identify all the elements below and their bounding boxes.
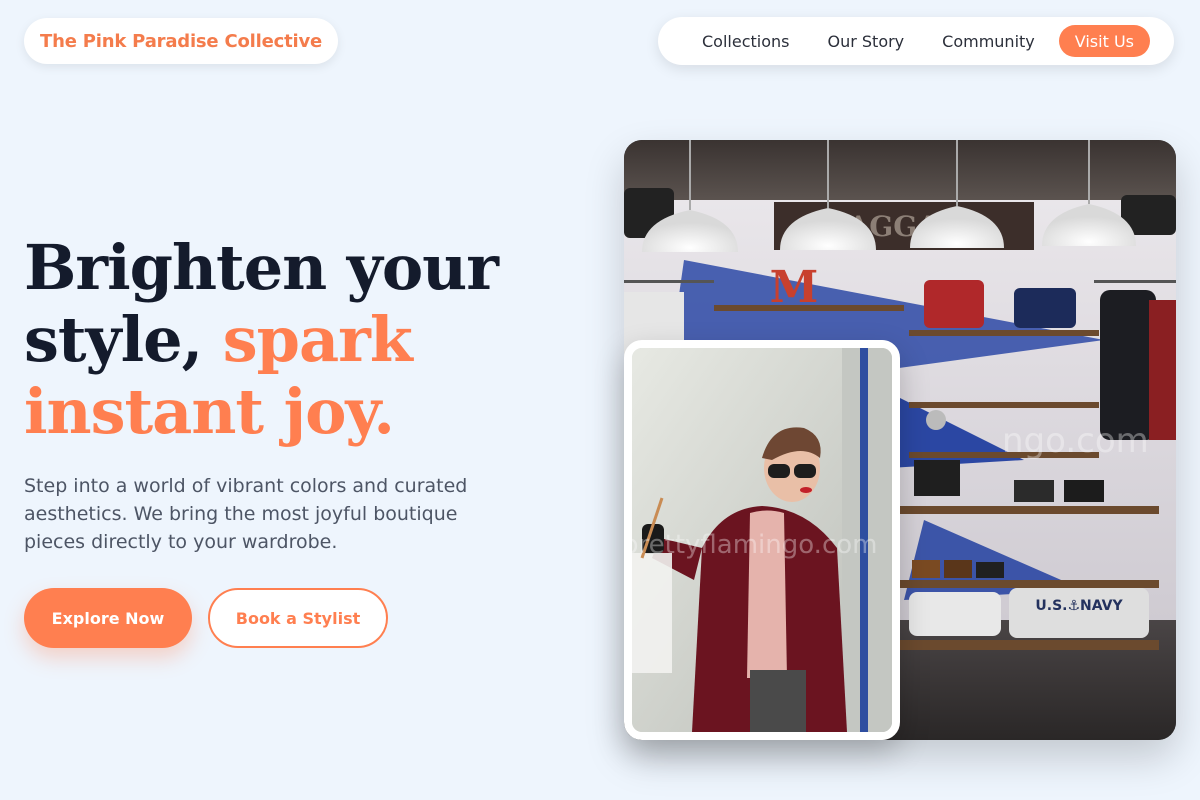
store-watermark: ngo.com (1002, 421, 1149, 461)
headline-line-2-dark: style, (24, 303, 203, 376)
hero-headline: Brighten your style, spark instant joy. (24, 232, 544, 448)
main-nav: Collections Our Story Community Visit Us (658, 17, 1174, 65)
model-portrait-photo: prettyflamingo.com (624, 340, 900, 740)
brand-logo[interactable]: The Pink Paradise Collective (24, 18, 339, 64)
brand-name: The Pink Paradise Collective (40, 30, 323, 52)
book-stylist-button[interactable]: Book a Stylist (208, 588, 388, 648)
nav-link-community[interactable]: Community (942, 32, 1035, 51)
shelf-label-text: U.S.⚓NAVY (1035, 598, 1123, 614)
explore-now-button[interactable]: Explore Now (24, 588, 192, 648)
landing-page: The Pink Paradise Collective Collections… (0, 0, 1200, 800)
headline-line-2-accent: spark (222, 303, 413, 376)
headline-line-1: Brighten your (24, 231, 499, 304)
portrait-watermark: prettyflamingo.com (632, 530, 877, 560)
nav-link-our-story[interactable]: Our Story (827, 32, 904, 51)
hero-lead-text: Step into a world of vibrant colors and … (24, 475, 468, 553)
headline-line-3-accent: instant joy. (24, 375, 395, 448)
nav-link-collections[interactable]: Collections (702, 32, 789, 51)
visit-us-button[interactable]: Visit Us (1058, 25, 1150, 57)
